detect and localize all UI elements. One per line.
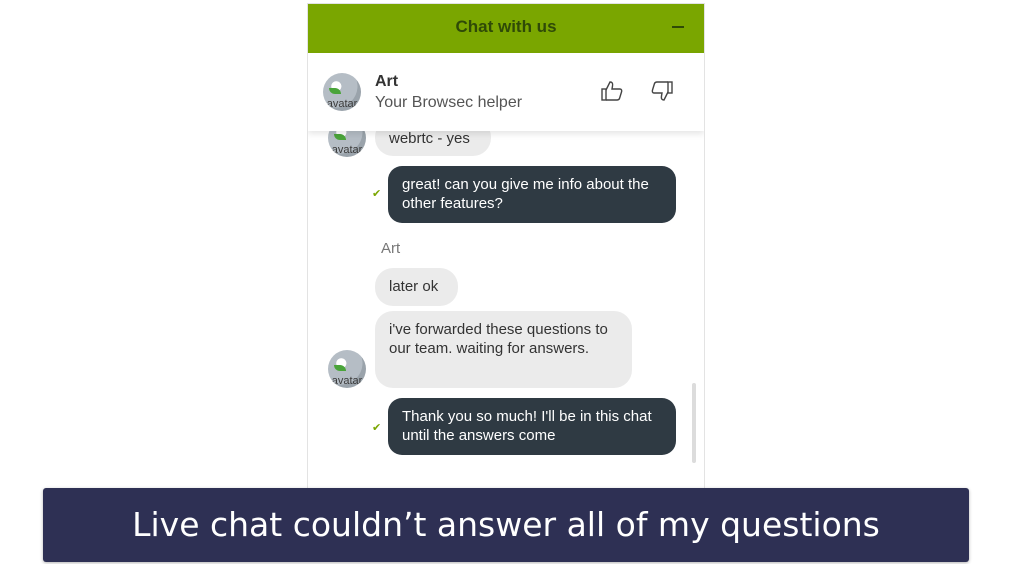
- check-icon: ✔: [372, 188, 382, 200]
- caption-banner: Live chat couldn’t answer all of my ques…: [43, 488, 969, 562]
- avatar-alt-text: avatar: [331, 144, 363, 156]
- scrollbar[interactable]: [692, 383, 696, 463]
- chat-header: Chat with us: [308, 4, 704, 53]
- user-message: Thank you so much! I'll be in this chat …: [388, 398, 676, 455]
- leaf-icon: [334, 134, 346, 140]
- chat-widget: Chat with us avatar Art Your Browsec hel…: [307, 3, 705, 491]
- leaf-icon: [334, 365, 346, 371]
- leaf-icon: [329, 88, 341, 94]
- sender-name: Art: [381, 240, 401, 257]
- minus-icon[interactable]: [672, 26, 684, 28]
- avatar-alt-text: avatar: [326, 98, 358, 110]
- agent-message: later ok: [375, 268, 458, 306]
- message-list: avatar webrtc - yes ✔ great! can you giv…: [308, 119, 704, 490]
- chat-title: Chat with us: [455, 17, 557, 36]
- agent-info-bar: avatar Art Your Browsec helper: [308, 53, 704, 131]
- agent-role: Your Browsec helper: [375, 94, 523, 111]
- thumbs-down-icon[interactable]: [650, 79, 674, 103]
- agent-message: i've forwarded these questions to our te…: [375, 311, 632, 388]
- agent-name: Art: [375, 73, 399, 90]
- avatar-alt-text: avatar: [331, 375, 363, 387]
- agent-avatar: avatar: [328, 350, 366, 388]
- thumbs-up-icon[interactable]: [600, 79, 624, 103]
- user-message: great! can you give me info about the ot…: [388, 166, 676, 223]
- check-icon: ✔: [372, 422, 382, 434]
- agent-avatar: avatar: [323, 73, 361, 111]
